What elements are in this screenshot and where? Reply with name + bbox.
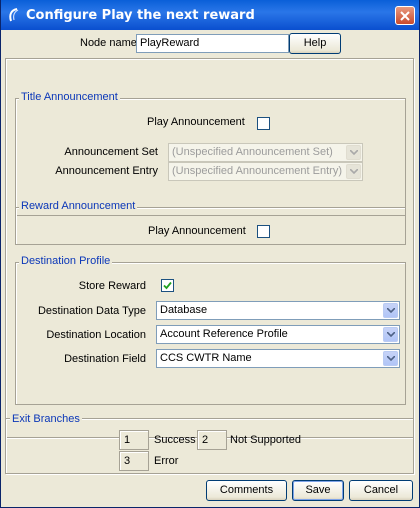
exit-branch-label: Success: [154, 434, 196, 446]
destination-field-select[interactable]: CCS CWTR Name: [156, 349, 400, 368]
exit-branch-number[interactable]: 3: [119, 451, 149, 471]
destination-field-value: CCS CWTR Name: [160, 352, 252, 364]
dialog-body: Node name PlayReward Help Title Announce…: [2, 30, 418, 506]
destination-data-type-select[interactable]: Database: [156, 301, 400, 320]
title-bar[interactable]: Configure Play the next reward: [1, 0, 419, 30]
destination-location-label: Destination Location: [46, 329, 146, 341]
store-reward-checkbox[interactable]: [161, 279, 174, 292]
exit-branch-label: Error: [154, 455, 179, 467]
cancel-button[interactable]: Cancel: [349, 480, 413, 501]
chevron-down-icon: [346, 145, 361, 160]
destination-data-type-value: Database: [160, 304, 208, 316]
exit-branch-number[interactable]: 1: [119, 430, 149, 450]
destination-field-label: Destination Field: [64, 353, 146, 365]
help-button[interactable]: Help: [289, 33, 341, 54]
announcement-set-label: Announcement Set: [64, 146, 158, 158]
reward-announcement-legend: Reward Announcement: [19, 200, 138, 212]
destination-location-select[interactable]: Account Reference Profile: [156, 325, 400, 344]
title-announcement-legend: Title Announcement: [19, 91, 120, 103]
exit-branch-label: Not Supported: [230, 434, 301, 446]
destination-location-value: Account Reference Profile: [160, 328, 288, 340]
chevron-down-icon: [383, 327, 398, 342]
title-play-announcement-label: Play Announcement: [147, 116, 245, 128]
chevron-down-icon: [346, 164, 361, 179]
announcement-entry-label: Announcement Entry: [55, 165, 158, 177]
destination-profile-legend: Destination Profile: [19, 255, 113, 267]
chevron-down-icon: [383, 303, 398, 318]
chevron-down-icon: [383, 351, 398, 366]
close-button[interactable]: [395, 6, 415, 25]
announcement-set-value: (Unspecified Announcement Set): [172, 146, 333, 158]
destination-data-type-label: Destination Data Type: [37, 305, 146, 317]
close-icon: [400, 11, 410, 21]
reward-play-announcement-label: Play Announcement: [148, 225, 246, 237]
comments-button[interactable]: Comments: [206, 480, 287, 501]
save-button[interactable]: Save: [292, 480, 344, 501]
title-play-announcement-checkbox[interactable]: [257, 117, 270, 130]
checkmark-icon: [163, 281, 172, 290]
node-name-input[interactable]: PlayReward: [136, 34, 289, 53]
exit-branches-legend: Exit Branches: [10, 413, 82, 425]
announcement-entry-select[interactable]: (Unspecified Announcement Entry): [168, 162, 363, 181]
exit-branch-number[interactable]: 2: [197, 430, 227, 450]
announcement-entry-value: (Unspecified Announcement Entry): [172, 165, 342, 177]
announcement-set-select[interactable]: (Unspecified Announcement Set): [168, 143, 363, 162]
app-icon: [6, 7, 22, 23]
store-reward-label: Store Reward: [78, 280, 146, 292]
window-title: Configure Play the next reward: [26, 8, 255, 23]
node-name-label: Node name: [80, 37, 137, 49]
reward-play-announcement-checkbox[interactable]: [257, 225, 270, 238]
dialog-window: Configure Play the next reward Node name…: [0, 0, 420, 508]
